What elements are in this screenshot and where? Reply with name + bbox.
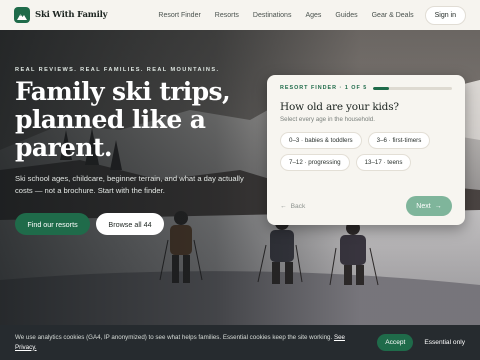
finder-question: How old are your kids?	[280, 101, 399, 113]
nav-destinations[interactable]: Destinations	[246, 12, 299, 19]
finder-progress-bar	[373, 86, 452, 90]
site-header: Ski With Family Resort Finder Resorts De…	[0, 0, 480, 30]
mountain-icon	[14, 7, 30, 23]
nav-resort-finder[interactable]: Resort Finder	[151, 12, 207, 19]
nav-ages[interactable]: Ages	[298, 12, 328, 19]
age-options: 0–3 · babies & toddlers 3–6 · first-time…	[280, 132, 452, 171]
hero-headline: Family ski trips, planned like a parent.	[15, 78, 265, 162]
finder-hint: Select every age in the household.	[280, 116, 375, 123]
finder-next-button[interactable]: Next →	[406, 196, 452, 216]
headline-line: Family ski trips,	[15, 77, 231, 106]
cookie-message: We use analytics cookies (GA4, IP anonym…	[15, 333, 333, 341]
headline-line: parent.	[15, 133, 113, 162]
arrow-right-icon: →	[434, 202, 442, 210]
find-resorts-button[interactable]: Find our resorts	[15, 213, 90, 235]
headline-line: planned like a	[15, 105, 206, 134]
finder-back-button[interactable]: ← Back	[280, 203, 305, 210]
finder-progress-fill	[373, 86, 390, 90]
age-option-3-6[interactable]: 3–6 · first-timers	[367, 132, 431, 149]
back-label: Back	[290, 202, 306, 210]
nav-gear-deals[interactable]: Gear & Deals	[365, 12, 421, 19]
resort-finder-card: RESORT FINDER · 1 OF 5 How old are your …	[267, 75, 465, 225]
finder-step-label: RESORT FINDER · 1 OF 5	[280, 85, 368, 91]
hero-eyebrow: REAL REVIEWS. REAL FAMILIES. REAL MOUNTA…	[15, 67, 220, 73]
cookie-text: We use analytics cookies (GA4, IP anonym…	[15, 333, 360, 353]
sign-in-button[interactable]: Sign in	[424, 5, 466, 25]
hero-subtitle: Ski school ages, childcare, beginner ter…	[15, 174, 244, 195]
browse-all-button[interactable]: Browse all 44	[96, 213, 164, 235]
arrow-left-icon: ←	[280, 202, 287, 210]
age-option-13-17[interactable]: 13–17 · teens	[355, 154, 412, 171]
nav-guides[interactable]: Guides	[328, 12, 364, 19]
nav-resorts[interactable]: Resorts	[208, 12, 246, 19]
age-option-7-12[interactable]: 7–12 · progressing	[280, 154, 350, 171]
brand-name: Ski With Family	[35, 10, 108, 20]
age-option-0-3[interactable]: 0–3 · babies & toddlers	[280, 132, 362, 149]
next-label: Next	[416, 202, 431, 210]
accept-cookies-button[interactable]: Accept	[377, 334, 414, 351]
essential-only-button[interactable]: Essential only	[424, 339, 465, 346]
main-nav: Resort Finder Resorts Destinations Ages …	[151, 12, 420, 19]
cookie-banner: We use analytics cookies (GA4, IP anonym…	[0, 325, 480, 360]
brand-logo[interactable]: Ski With Family	[14, 7, 108, 23]
